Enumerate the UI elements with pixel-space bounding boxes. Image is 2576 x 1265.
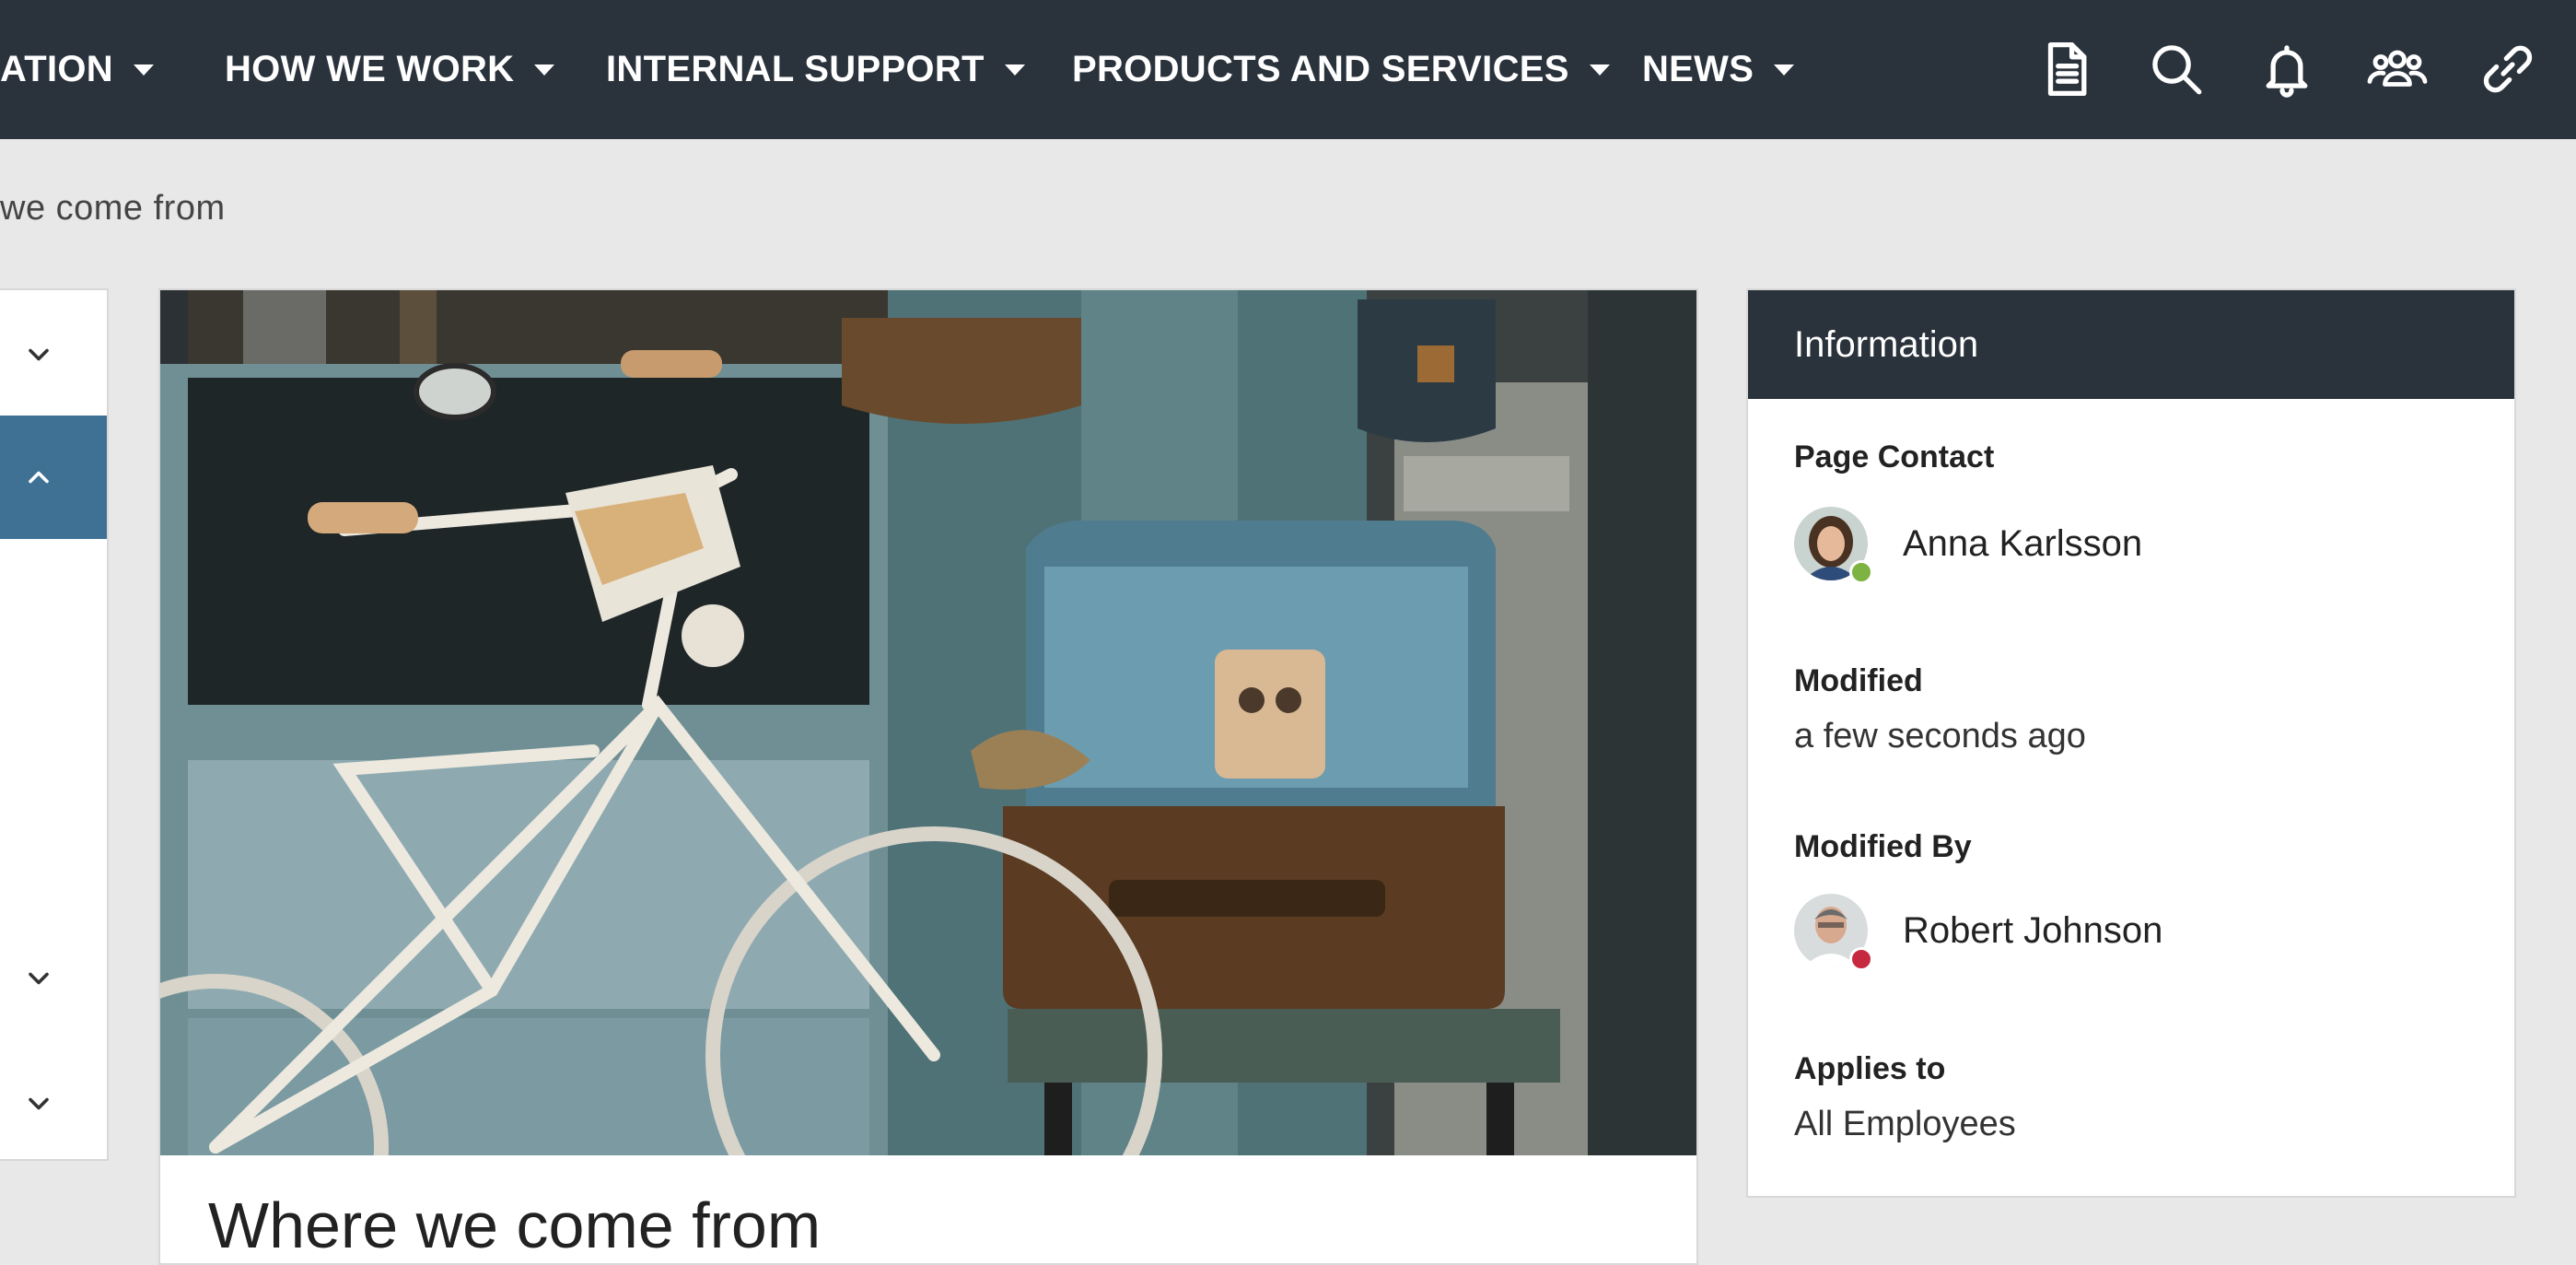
modified-value: a few seconds ago <box>1794 717 2086 755</box>
applies-to-label: Applies to <box>1794 1051 1946 1086</box>
document-icon[interactable] <box>2034 37 2098 101</box>
modified-by-person[interactable]: Robert Johnson <box>1794 889 2162 972</box>
chevron-down-icon <box>29 972 49 985</box>
information-panel-title: Information <box>1794 323 1979 365</box>
nav-item-label: NEWS <box>1642 49 1754 89</box>
left-nav-expand-item[interactable] <box>0 318 107 392</box>
nav-item-internal-support[interactable]: INTERNAL SUPPORT <box>606 0 1025 139</box>
nav-item-label: HOW WE WORK <box>225 49 515 89</box>
caret-down-icon <box>133 64 154 76</box>
chevron-down-icon <box>29 348 49 361</box>
presence-available-icon <box>1849 560 1873 584</box>
page-contact-name: Anna Karlsson <box>1903 522 2143 564</box>
avatar <box>1794 507 1873 584</box>
nav-item-ation[interactable]: ATION <box>0 0 154 139</box>
left-navigation-panel <box>0 288 109 1161</box>
top-navigation-bar: ATION HOW WE WORK INTERNAL SUPPORT PRODU… <box>0 0 2576 139</box>
left-nav-active-item[interactable] <box>0 416 107 539</box>
nav-item-label: PRODUCTS AND SERVICES <box>1072 49 1569 89</box>
chevron-down-icon <box>29 1097 49 1110</box>
chevron-up-icon <box>29 471 49 484</box>
modified-label: Modified <box>1794 663 1923 698</box>
nav-item-news[interactable]: NEWS <box>1642 0 1795 139</box>
page-contact-label: Page Contact <box>1794 439 1995 474</box>
link-icon[interactable] <box>2476 37 2540 101</box>
left-nav-expand-item[interactable] <box>0 942 107 1015</box>
nav-item-label: INTERNAL SUPPORT <box>606 49 985 89</box>
left-nav-expand-item[interactable] <box>0 1067 107 1141</box>
caret-down-icon <box>1589 64 1610 76</box>
people-icon[interactable] <box>2365 37 2430 101</box>
nav-item-products-and-services[interactable]: PRODUCTS AND SERVICES <box>1072 0 1610 139</box>
caret-down-icon <box>1004 64 1025 76</box>
caret-down-icon <box>534 64 555 76</box>
nav-item-label: ATION <box>0 49 113 89</box>
breadcrumb[interactable]: we come from <box>0 189 226 228</box>
modified-by-label: Modified By <box>1794 829 1972 864</box>
page-content-card: Where we come from <box>158 288 1698 1265</box>
bell-icon[interactable] <box>2255 37 2319 101</box>
presence-busy-icon <box>1849 947 1873 971</box>
applies-to-value: All Employees <box>1794 1105 2016 1143</box>
information-panel: Information Page Contact Anna Karlsson M… <box>1746 288 2516 1198</box>
page-title: Where we come from <box>208 1189 822 1261</box>
avatar <box>1794 894 1873 971</box>
nav-item-how-we-work[interactable]: HOW WE WORK <box>225 0 555 139</box>
caret-down-icon <box>1774 64 1795 76</box>
search-icon[interactable] <box>2144 37 2209 101</box>
page-contact-person[interactable]: Anna Karlsson <box>1794 502 2142 585</box>
hero-image <box>160 290 1696 1155</box>
information-panel-header: Information <box>1748 290 2514 399</box>
modified-by-name: Robert Johnson <box>1903 909 2163 951</box>
